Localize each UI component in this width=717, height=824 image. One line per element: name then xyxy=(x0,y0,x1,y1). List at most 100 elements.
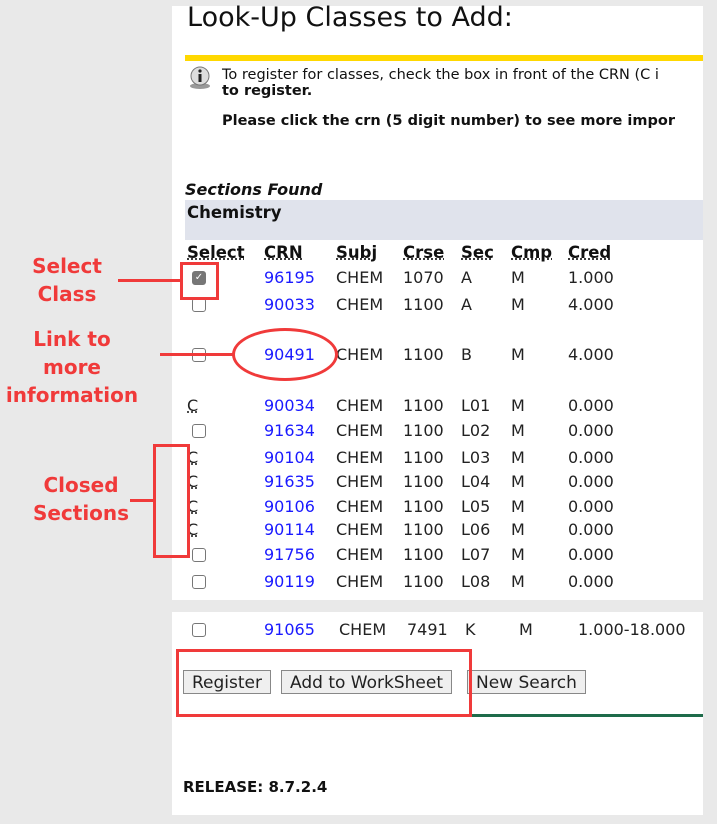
select-checkbox[interactable] xyxy=(192,623,206,637)
crn-link[interactable]: 90034 xyxy=(264,396,315,415)
cell-cmp: M xyxy=(511,572,525,591)
cell-cmp: M xyxy=(511,295,525,314)
cell-sec: B xyxy=(461,345,472,364)
annotation-box-buttons xyxy=(176,649,472,717)
cell-crse: 1100 xyxy=(403,345,444,364)
column-header-sec[interactable]: Sec xyxy=(461,243,494,262)
cell-sec: L03 xyxy=(461,448,491,467)
cell-cmp: M xyxy=(511,472,525,491)
column-header-select[interactable]: Select xyxy=(187,243,245,262)
crn-link[interactable]: 91065 xyxy=(264,620,315,639)
cell-crse: 7491 xyxy=(407,620,448,639)
closed-indicator: C xyxy=(187,396,199,415)
cell-sec: L02 xyxy=(461,421,491,440)
select-checkbox[interactable] xyxy=(192,424,206,438)
yellow-divider xyxy=(185,55,703,61)
annotation-text: Closed xyxy=(43,473,119,497)
cell-cmp: M xyxy=(519,620,533,639)
info-line-1: To register for classes, check the box i… xyxy=(222,67,659,83)
cell-cred: 0.000 xyxy=(568,545,614,564)
cell-subj: CHEM xyxy=(339,620,387,639)
column-header-cmp[interactable]: Cmp xyxy=(511,243,552,262)
cell-crse: 1100 xyxy=(403,472,444,491)
crn-link[interactable]: 90104 xyxy=(264,448,315,467)
cell-sec: L07 xyxy=(461,545,491,564)
cell-cred: 0.000 xyxy=(568,472,614,491)
cell-subj: CHEM xyxy=(336,448,384,467)
crn-link[interactable]: 91756 xyxy=(264,545,315,564)
crn-link[interactable]: 91634 xyxy=(264,421,315,440)
cell-subj: CHEM xyxy=(336,572,384,591)
page-title: Look-Up Classes to Add: xyxy=(187,2,513,33)
annotation-text: information xyxy=(5,383,139,407)
cell-sec: L01 xyxy=(461,396,491,415)
subject-title: Chemistry xyxy=(187,203,282,222)
annotation-link-info: Link to more information xyxy=(2,325,142,409)
cell-cred: 0.000 xyxy=(568,572,614,591)
annotation-ellipse-link xyxy=(232,328,338,381)
annotation-line xyxy=(130,499,154,502)
column-header-crse[interactable]: Crse xyxy=(403,243,444,262)
crn-link[interactable]: 91635 xyxy=(264,472,315,491)
cell-cred: 4.000 xyxy=(568,295,614,314)
cell-cmp: M xyxy=(511,421,525,440)
sections-found-heading: Sections Found xyxy=(185,180,323,199)
info-text: To register for classes, check the box i… xyxy=(222,67,675,129)
info-icon xyxy=(187,65,213,91)
release-version: RELEASE: 8.7.2.4 xyxy=(183,778,328,796)
annotation-closed-sections: Closed Sections xyxy=(30,471,132,527)
new-search-button[interactable]: New Search xyxy=(467,670,586,694)
crn-link[interactable]: 90106 xyxy=(264,497,315,516)
cell-cred: 0.000 xyxy=(568,448,614,467)
cell-subj: CHEM xyxy=(336,545,384,564)
crn-link[interactable]: 90119 xyxy=(264,572,315,591)
annotation-text: Class xyxy=(37,282,97,306)
column-header-cred[interactable]: Cred xyxy=(568,243,611,262)
cell-cmp: M xyxy=(511,268,525,287)
cell-cmp: M xyxy=(511,396,525,415)
crn-link[interactable]: 96195 xyxy=(264,268,315,287)
cell-subj: CHEM xyxy=(336,421,384,440)
cell-sec: A xyxy=(461,268,472,287)
crn-link[interactable]: 90033 xyxy=(264,295,315,314)
cell-subj: CHEM xyxy=(336,472,384,491)
cell-subj: CHEM xyxy=(336,345,384,364)
cell-subj: CHEM xyxy=(336,295,384,314)
info-line-2: to register. xyxy=(222,83,313,99)
cell-cmp: M xyxy=(511,448,525,467)
cell-cred: 0.000 xyxy=(568,520,614,539)
cell-cred: 1.000 xyxy=(568,268,614,287)
column-header-subj[interactable]: Subj xyxy=(336,243,377,262)
select-checkbox[interactable] xyxy=(192,548,206,562)
annotation-line xyxy=(118,279,181,282)
annotation-line xyxy=(160,353,233,356)
cell-cmp: M xyxy=(511,497,525,516)
cell-sec: L04 xyxy=(461,472,491,491)
cell-crse: 1100 xyxy=(403,421,444,440)
cell-cred: 0.000 xyxy=(568,421,614,440)
cell-cmp: M xyxy=(511,545,525,564)
cell-crse: 1100 xyxy=(403,497,444,516)
annotation-text: Link to more xyxy=(33,327,111,379)
select-checkbox[interactable] xyxy=(192,575,206,589)
annotation-text: Select xyxy=(32,254,102,278)
info-line-3: Please click the crn (5 digit number) to… xyxy=(222,113,676,129)
cell-cred: 0.000 xyxy=(568,396,614,415)
select-checkbox[interactable] xyxy=(192,298,206,312)
cell-crse: 1100 xyxy=(403,448,444,467)
cell-cred: 1.000-18.000 xyxy=(578,620,686,639)
annotation-box-closed xyxy=(153,444,190,558)
annotation-select-class: Select Class xyxy=(17,252,117,308)
cell-crse: 1100 xyxy=(403,520,444,539)
cell-sec: L08 xyxy=(461,572,491,591)
cell-crse: 1070 xyxy=(403,268,444,287)
cell-sec: K xyxy=(465,620,476,639)
cell-subj: CHEM xyxy=(336,520,384,539)
column-header-crn[interactable]: CRN xyxy=(264,243,303,262)
crn-link[interactable]: 90114 xyxy=(264,520,315,539)
cell-crse: 1100 xyxy=(403,572,444,591)
cell-cmp: M xyxy=(511,520,525,539)
cell-crse: 1100 xyxy=(403,295,444,314)
cell-crse: 1100 xyxy=(403,545,444,564)
cell-cred: 0.000 xyxy=(568,497,614,516)
